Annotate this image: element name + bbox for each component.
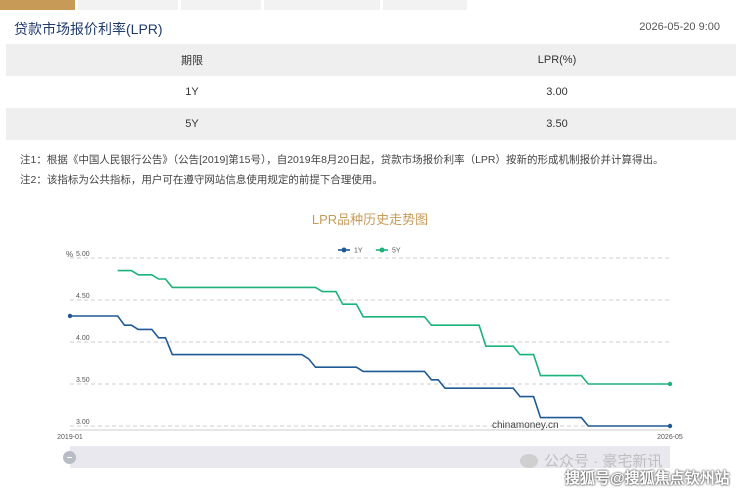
table-row: 1Y 3.00 — [6, 76, 736, 108]
table-header-row: 期限 LPR(%) — [6, 44, 736, 76]
table-row: 5Y 3.50 — [6, 108, 736, 140]
y-tick-label: 3.00 — [76, 419, 90, 426]
table-cell-rate: 3.50 — [378, 108, 736, 140]
chart-title: LPR品种历史走势图 — [311, 212, 429, 227]
sohu-watermark: 搜狐号@搜狐焦点钦州站 — [565, 470, 730, 487]
data-point — [667, 381, 673, 387]
data-point — [667, 423, 673, 429]
tab[interactable] — [383, 0, 467, 10]
top-tab-bar — [0, 0, 740, 10]
tab-active[interactable] — [0, 0, 75, 10]
legend-label: 1Y — [354, 248, 363, 255]
x-tick-label: 2026-05 — [657, 434, 683, 441]
slider-handle[interactable] — [63, 451, 76, 464]
x-tick-label: 2019-01 — [57, 434, 83, 441]
wechat-icon — [520, 454, 538, 468]
publish-timestamp: 2026-05-20 9:00 — [639, 21, 720, 33]
lpr-history-chart: % 5.004.504.003.503.002019-01 2026-051Y 5Yc… — [57, 247, 683, 441]
panel-header: 贷款市场报价利率(LPR) 2026-05-20 9:00 — [14, 14, 720, 40]
page-title: 贷款市场报价利率(LPR) — [14, 21, 163, 37]
notes: 注1：根据《中国人民银行公告》（公告[2019]第15号），自2019年8月20… — [20, 150, 664, 190]
series-line-5Y — [117, 269, 670, 385]
data-point — [67, 313, 73, 319]
y-tick-label: 5.00 — [76, 251, 90, 258]
tab[interactable] — [78, 0, 178, 10]
y-tick-label: 4.00 — [76, 335, 90, 342]
series-line-1Y — [70, 315, 670, 427]
legend-label: 5Y — [392, 248, 401, 255]
tab[interactable] — [181, 0, 261, 10]
lpr-table: 期限 LPR(%) 1Y 3.00 5Y 3.50 — [6, 44, 736, 140]
column-header-lpr: LPR(%) — [378, 44, 736, 76]
y-tick-label: 4.50 — [76, 293, 90, 300]
y-tick-label: 3.50 — [76, 377, 90, 384]
table-cell-rate: 3.00 — [378, 76, 736, 108]
table-cell-term: 5Y — [6, 108, 378, 140]
chart-source-watermark: chinamoney.cn — [492, 420, 559, 431]
tab[interactable] — [264, 0, 380, 10]
note-2: 注2：该指标为公共指标，用户可在遵守网站信息使用规定的前提下合理使用。 — [20, 174, 383, 186]
legend-swatch-dot — [379, 247, 385, 253]
table-cell-term: 1Y — [6, 76, 378, 108]
note-1: 注1：根据《中国人民银行公告》（公告[2019]第15号），自2019年8月20… — [20, 154, 664, 166]
legend-swatch-dot — [341, 247, 347, 253]
column-header-term: 期限 — [6, 44, 378, 76]
